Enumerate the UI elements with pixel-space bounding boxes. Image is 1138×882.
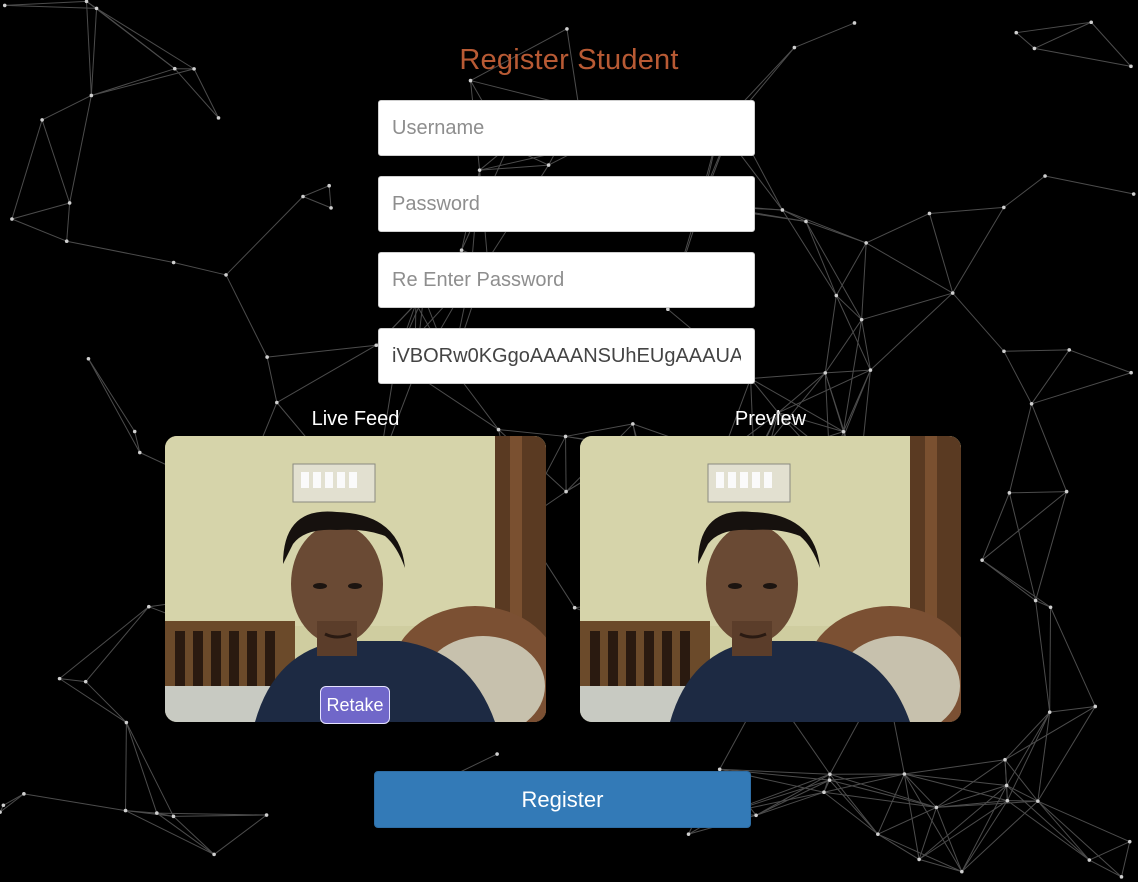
register-button[interactable]: Register	[374, 771, 751, 828]
live-feed-label: Live Feed	[311, 408, 400, 430]
reenter-password-field[interactable]	[378, 252, 755, 308]
preview-label: Preview	[734, 408, 807, 430]
page: Register Student Live Feed Preview	[0, 0, 1138, 882]
page-title: Register Student	[459, 44, 679, 76]
captured-photo-image	[580, 436, 961, 722]
username-field[interactable]	[378, 100, 755, 156]
retake-button[interactable]: Retake	[320, 686, 390, 724]
live-feed-video	[165, 436, 546, 722]
image-data-field[interactable]	[378, 328, 755, 384]
webcam-frame-image	[165, 436, 546, 722]
password-field[interactable]	[378, 176, 755, 232]
preview-image	[580, 436, 961, 722]
